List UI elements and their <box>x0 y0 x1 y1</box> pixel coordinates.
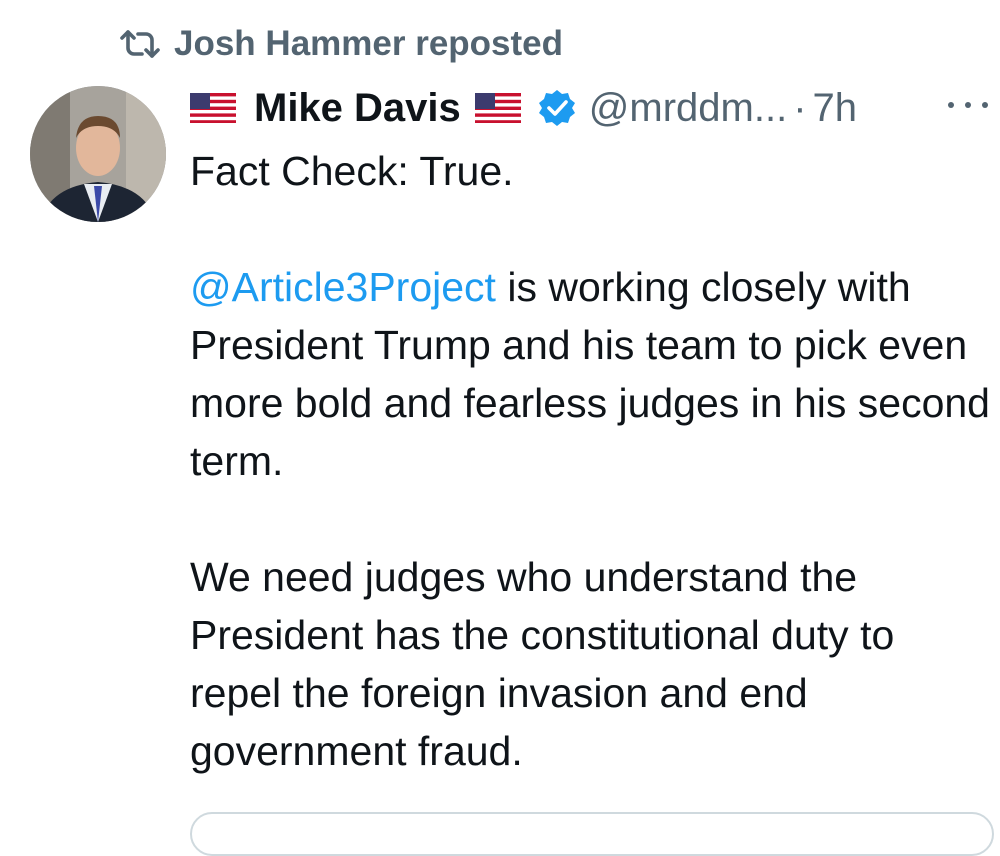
avatar[interactable] <box>30 86 166 222</box>
tweet-paragraph-3: We need judges who understand the Presid… <box>190 554 895 774</box>
separator-dot: · <box>793 85 807 130</box>
timestamp[interactable]: 7h <box>813 86 858 131</box>
tweet-paragraph-1: Fact Check: True. <box>190 148 514 194</box>
quoted-card[interactable] <box>190 812 994 856</box>
mention-link[interactable]: @Article3Project <box>190 264 496 310</box>
us-flag-icon <box>190 93 236 123</box>
more-options-icon[interactable] <box>948 90 988 120</box>
repost-icon <box>118 28 162 60</box>
author-handle[interactable]: @mrddm... <box>589 86 787 131</box>
us-flag-icon <box>474 93 521 123</box>
tweet-header: Mike Davis @mrddm... · 7h <box>190 80 990 136</box>
repost-label: Josh Hammer reposted <box>174 24 564 63</box>
tweet-paragraph-2: @Article3Project is working closely with… <box>190 258 990 490</box>
tweet-text: Fact Check: True. @Article3Project is wo… <box>190 142 990 780</box>
author-name[interactable]: Mike Davis <box>254 86 461 131</box>
verified-badge-icon <box>537 88 577 128</box>
repost-header[interactable]: Josh Hammer reposted <box>118 22 563 66</box>
